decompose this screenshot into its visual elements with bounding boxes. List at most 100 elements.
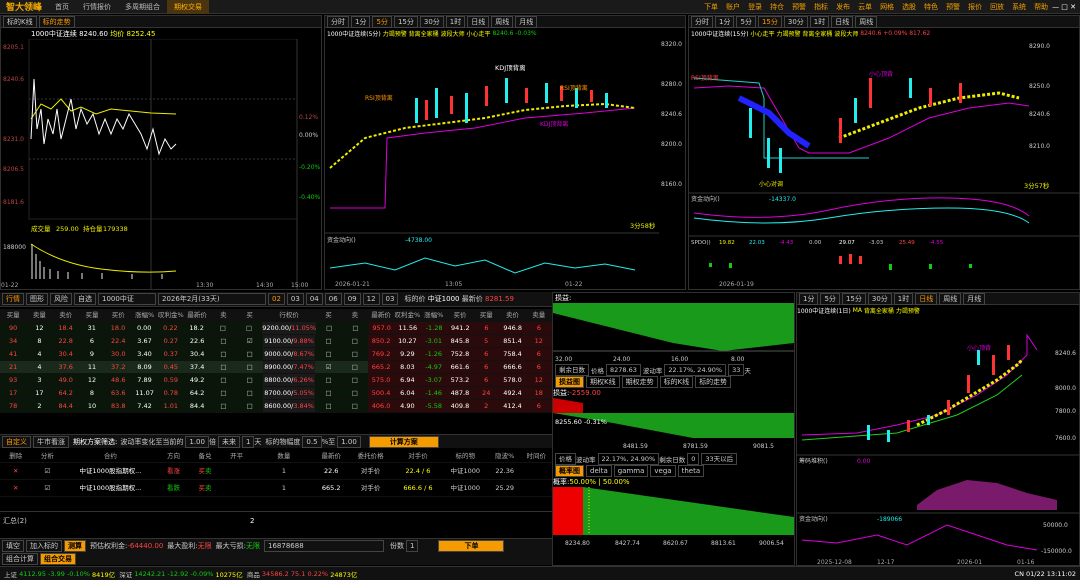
- put-cell[interactable]: 11.56: [394, 322, 421, 334]
- days-input[interactable]: 1: [241, 435, 255, 448]
- month-select[interactable]: 2026年2月(33天): [158, 293, 266, 305]
- put-cell[interactable]: 946.8: [499, 322, 526, 334]
- call-cell[interactable]: 0.00: [131, 322, 157, 334]
- call-cell[interactable]: 18.2: [184, 322, 210, 334]
- call-cell[interactable]: 93: [0, 374, 26, 386]
- put-cell[interactable]: 666.6: [499, 361, 526, 373]
- put-cell[interactable]: 578.0: [499, 374, 526, 386]
- put-cell[interactable]: -1.26: [420, 348, 447, 360]
- call-cell[interactable]: 7.42: [131, 400, 157, 412]
- sell-box[interactable]: □: [210, 335, 236, 347]
- put-cell[interactable]: 6: [525, 348, 552, 360]
- call-cell[interactable]: 49.2: [184, 374, 210, 386]
- menu-system[interactable]: 系统: [1012, 2, 1026, 12]
- sell-box[interactable]: □: [210, 374, 236, 386]
- p15-day[interactable]: 日线: [831, 15, 854, 28]
- call-cell[interactable]: 30.4: [53, 348, 79, 360]
- table-row[interactable]: 41 4 30.4 9 30.0 3.40 0.37 30.4 □ □ 9000.00/8.67% □…: [0, 348, 552, 361]
- call-cell[interactable]: 6: [79, 335, 105, 347]
- period-30min[interactable]: 30分: [419, 15, 444, 28]
- delete-icon[interactable]: ✕: [0, 480, 32, 496]
- sell-box[interactable]: □: [342, 361, 368, 373]
- call-cell[interactable]: 9: [79, 348, 105, 360]
- menu-special[interactable]: 特色: [924, 2, 938, 12]
- sell-box[interactable]: □: [342, 335, 368, 347]
- call-cell[interactable]: 18.4: [52, 322, 78, 334]
- period-week[interactable]: 周线: [491, 15, 514, 28]
- put-cell[interactable]: 406.0: [367, 400, 395, 412]
- put-cell[interactable]: 6: [473, 361, 500, 373]
- buy-box[interactable]: □: [315, 387, 341, 399]
- price-input[interactable]: 8278.63: [606, 363, 641, 376]
- p15-15min[interactable]: 15分: [757, 15, 782, 28]
- menu-stock-pick[interactable]: 选股: [902, 2, 916, 12]
- combo-trade-tab[interactable]: 组合交易: [40, 552, 76, 565]
- d-period-week[interactable]: 周线: [939, 292, 962, 305]
- period-5min[interactable]: 5分: [372, 15, 392, 28]
- put-cell[interactable]: 850.2: [367, 335, 395, 347]
- vol-input-3[interactable]: 22.17%, 24.90%: [597, 452, 660, 465]
- period-month[interactable]: 月线: [515, 15, 538, 28]
- calc-plan-button[interactable]: 计算方案: [368, 435, 439, 448]
- price-select-2[interactable]: 价格: [555, 452, 576, 465]
- call-cell[interactable]: 10: [79, 400, 105, 412]
- put-cell[interactable]: 12: [525, 335, 552, 347]
- table-row[interactable]: 34 8 22.8 6 22.4 3.67 0.27 22.6 □ ☑ 9100.00/9.88% □…: [0, 335, 552, 348]
- window-controls-icon[interactable]: — □ ✕: [1052, 3, 1076, 11]
- put-cell[interactable]: 851.4: [499, 335, 526, 347]
- call-cell[interactable]: 18.0: [105, 322, 131, 334]
- call-cell[interactable]: 49.0: [53, 374, 79, 386]
- sell-box[interactable]: □: [210, 348, 236, 360]
- table-row[interactable]: 17 17 64.2 8 63.6 11.07 0.78 64.2 □ □ 8700.00/5.05…: [0, 387, 552, 400]
- underlying-select[interactable]: 1000中证: [98, 293, 156, 305]
- put-cell[interactable]: 500.4: [367, 387, 395, 399]
- tab-quotes[interactable]: 行情报价: [76, 0, 118, 14]
- put-cell[interactable]: 665.2: [367, 361, 395, 373]
- move-to-input[interactable]: 1.00: [337, 435, 361, 448]
- period-timeshare[interactable]: 分时: [327, 15, 349, 28]
- menu-position[interactable]: 持仓: [770, 2, 784, 12]
- tab-underlying-trend[interactable]: 标的走势: [38, 15, 75, 28]
- call-cell[interactable]: 22.4: [105, 335, 131, 347]
- menu-indicator[interactable]: 指标: [814, 2, 828, 12]
- menu-login[interactable]: 登录: [748, 2, 762, 12]
- put-cell[interactable]: 487.8: [446, 387, 474, 399]
- leg-qty[interactable]: 1: [252, 480, 315, 496]
- call-cell[interactable]: 0.22: [157, 322, 183, 334]
- move-input[interactable]: 0.5: [302, 435, 322, 448]
- put-cell[interactable]: -5.58: [420, 400, 447, 412]
- put-cell[interactable]: 6: [525, 322, 553, 334]
- days-after-select[interactable]: 33天以后: [701, 452, 738, 465]
- call-cell[interactable]: 11: [79, 361, 105, 373]
- menu-cloud[interactable]: 云单: [858, 2, 872, 12]
- put-cell[interactable]: 758.4: [499, 348, 526, 360]
- call-cell[interactable]: 17: [0, 387, 26, 399]
- menu-publish[interactable]: 发布: [836, 2, 850, 12]
- call-cell[interactable]: 0.59: [158, 374, 184, 386]
- call-cell[interactable]: 30.4: [184, 348, 210, 360]
- tab-multi-period[interactable]: 多周期组合: [118, 0, 167, 14]
- d-period-15[interactable]: 15分: [841, 292, 866, 305]
- vol-input-2[interactable]: 22.17%, 24.90%: [664, 363, 727, 376]
- buy-box[interactable]: □: [315, 400, 341, 412]
- calc-button[interactable]: 测算: [64, 539, 86, 552]
- put-cell[interactable]: -4.97: [420, 361, 447, 373]
- custom-button[interactable]: 自定义: [2, 435, 31, 448]
- put-cell[interactable]: 2: [473, 400, 500, 412]
- tab-market[interactable]: 行情: [2, 293, 24, 305]
- d-period-30[interactable]: 30分: [867, 292, 892, 305]
- call-cell[interactable]: 21: [0, 361, 26, 373]
- tab-theta[interactable]: theta: [677, 465, 705, 477]
- call-cell[interactable]: 22.8: [53, 335, 79, 347]
- leg-order-type[interactable]: 对手价: [347, 480, 394, 496]
- call-cell[interactable]: 37.6: [53, 361, 79, 373]
- call-cell[interactable]: 84.4: [184, 400, 210, 412]
- call-cell[interactable]: 11.07: [131, 387, 157, 399]
- period-1h[interactable]: 1时: [445, 15, 466, 28]
- call-cell[interactable]: 3.67: [131, 335, 157, 347]
- table-row[interactable]: 21 4 37.6 11 37.2 8.09 0.45 37.4 □ □ 8900.00/7.47%…: [0, 361, 552, 374]
- put-cell[interactable]: 24: [473, 387, 500, 399]
- tab-home[interactable]: 首页: [48, 0, 76, 14]
- put-cell[interactable]: 769.2: [367, 348, 395, 360]
- expiry-02[interactable]: 02: [268, 293, 285, 305]
